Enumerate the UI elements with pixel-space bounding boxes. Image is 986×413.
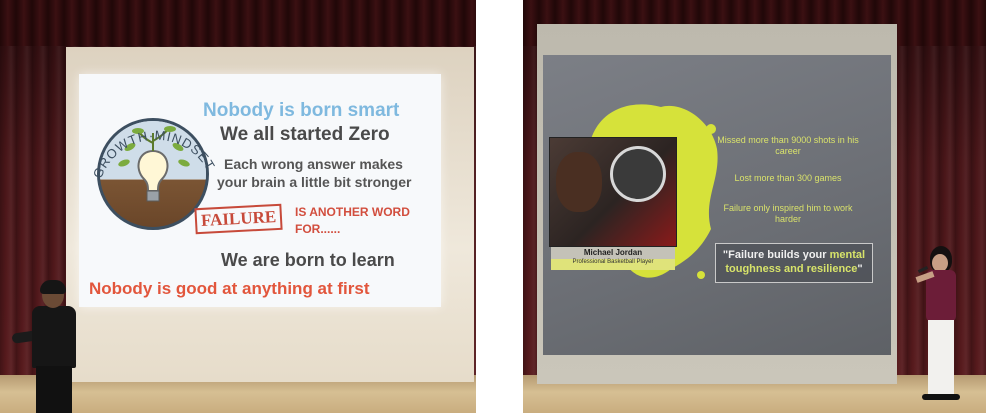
speaker-right — [915, 246, 968, 406]
quote-close: " — [857, 263, 863, 275]
failure-stamp: FAILURE — [194, 203, 283, 235]
slide-line-wrong-answer: Each wrong answer makes — [224, 156, 403, 172]
svg-text:GROWTH·MINDSET: GROWTH·MINDSET — [90, 127, 218, 180]
fact-inspired: Failure only inspired him to work harder — [723, 203, 853, 224]
slide-line-brain-stronger: your brain a little bit stronger — [217, 174, 412, 190]
growth-mindset-slide: GROWTH·MINDSET Nobody is born smart We a… — [79, 74, 441, 307]
quote-box: "Failure builds your mental toughness an… — [715, 243, 873, 283]
slide-line-for: FOR...... — [295, 222, 341, 236]
slide-line-started-zero: We all started Zero — [220, 124, 390, 145]
curtain-valance — [0, 0, 476, 46]
basketball-trophy — [610, 146, 666, 202]
slide-line-born-smart: Nobody is born smart — [203, 100, 400, 121]
caption-title: Professional Basketball Player — [551, 259, 675, 270]
michael-jordan-photo — [549, 137, 677, 247]
fact-lost-games: Lost more than 300 games — [734, 173, 842, 183]
slide-line-another-word: IS ANOTHER WORD — [295, 205, 410, 219]
michael-jordan-slide: Michael Jordan Professional Basketball P… — [543, 55, 891, 355]
fact-missed-shots: Missed more than 9000 shots in his caree… — [717, 135, 859, 156]
slide-line-born-to-learn: We are born to learn — [221, 250, 395, 270]
speaker-left — [11, 280, 82, 413]
slide-line-good-at-first: Nobody is good at anything at first — [89, 279, 370, 298]
quote-text: "Failure builds your — [722, 249, 830, 261]
